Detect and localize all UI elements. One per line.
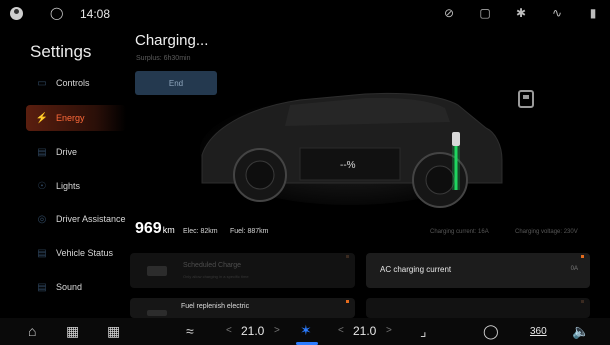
front-wheel xyxy=(233,148,287,202)
charging-title: Charging... xyxy=(135,32,209,49)
corner-marker xyxy=(346,255,349,258)
steering-icon: ▤ xyxy=(37,146,47,158)
charging-voltage-readout: Charging voltage: 230V xyxy=(515,229,578,235)
sidebar-item-label: Driver Assistance xyxy=(56,214,126,224)
corner-marker xyxy=(581,300,584,303)
sidebar-item-label: Sound xyxy=(56,282,83,292)
sidebar-item-energy[interactable]: ⚡ Energy xyxy=(26,105,126,131)
fuel-replenish-title: Fuel replenish electric xyxy=(181,303,250,310)
corner-marker xyxy=(346,300,349,303)
sidebar-item-label: Controls xyxy=(56,78,90,88)
charging-cable xyxy=(452,132,460,190)
scheduled-charge-title: Scheduled Charge xyxy=(183,262,241,269)
car-illustration xyxy=(200,92,503,208)
sidebar-item-driver-assistance[interactable]: ◎ Driver Assistance xyxy=(26,206,126,232)
sidebar-item-label: Vehicle Status xyxy=(56,248,114,258)
scheduled-charge-desc: Only allow charging in a specific time xyxy=(183,274,249,279)
fan-icon[interactable]: ✶ xyxy=(300,322,312,339)
assist-icon: ◎ xyxy=(37,213,47,225)
car-icon[interactable]: ▦ xyxy=(66,323,79,339)
user-icon[interactable] xyxy=(10,7,23,20)
camera-off-icon: ⊘ xyxy=(443,6,455,20)
charging-surplus: Surplus: 6h30min xyxy=(136,55,191,62)
corner-marker xyxy=(581,255,584,258)
driver-temp-down-icon[interactable]: < xyxy=(226,325,232,336)
chat-icon[interactable]: ◯ xyxy=(50,6,64,20)
sidebar-item-sound[interactable]: ▤ Sound xyxy=(26,274,126,300)
seat-heat-icon[interactable]: ≈ xyxy=(186,323,194,339)
charging-current-readout: Charging current: 16A xyxy=(430,229,489,235)
bolt-icon: ⚡ xyxy=(35,112,49,124)
steering-heat-icon[interactable]: ◯ xyxy=(483,323,499,339)
bluetooth-icon: ✱ xyxy=(515,6,527,20)
screen-off-icon: ▢ xyxy=(479,6,491,20)
driver-temp: 21.0 xyxy=(241,324,265,338)
fuel-replenish-card[interactable]: Fuel replenish electric xyxy=(130,298,355,318)
ac-charging-current-title: AC charging current xyxy=(380,265,452,274)
sidebar-title: Settings xyxy=(30,42,92,61)
view-360-button[interactable]: 360 xyxy=(530,326,547,337)
wifi-icon: ∿ xyxy=(551,6,563,20)
fuel-pump-icon[interactable] xyxy=(518,90,534,108)
status-icon: ▤ xyxy=(37,247,47,259)
light-icon: ☉ xyxy=(37,180,47,192)
seat-icon[interactable]: ⌟ xyxy=(420,323,427,339)
ac-charging-current-value: 0A xyxy=(570,266,578,272)
settings-card[interactable] xyxy=(366,298,590,318)
passenger-temp: 21.0 xyxy=(353,324,377,338)
range-value: 969 xyxy=(135,220,162,237)
sidebar-item-label: Lights xyxy=(56,181,81,191)
volume-icon[interactable]: 🔈 xyxy=(572,323,589,339)
sidebar-item-label: Drive xyxy=(56,147,78,157)
sidebar-item-vehicle-status[interactable]: ▤ Vehicle Status xyxy=(26,240,126,266)
passenger-temp-up-icon[interactable]: > xyxy=(386,325,392,336)
apps-icon[interactable]: ▦ xyxy=(107,323,120,339)
car-icon: ▭ xyxy=(37,77,47,89)
sidebar-item-drive[interactable]: ▤ Drive xyxy=(26,139,126,165)
sound-icon: ▤ xyxy=(37,281,47,293)
battery-percent: --% xyxy=(340,160,356,171)
signal-icon: ▮ xyxy=(589,6,597,20)
driver-temp-up-icon[interactable]: > xyxy=(274,325,280,336)
scheduled-charge-card[interactable]: Scheduled Charge Only allow charging in … xyxy=(130,253,355,288)
status-icons: ⊘ ▢ ✱ ∿ ▮ xyxy=(442,6,600,20)
fuel-replenish-toggle[interactable] xyxy=(147,310,167,316)
range-elec: Elec: 82km xyxy=(183,228,218,235)
sidebar-item-label: Energy xyxy=(56,113,85,123)
bottom-dock: ⌂ ▦ ▦ ≈ < 21.0 > ✶ < 21.0 > ⌟ ◯ 360 🔈 xyxy=(0,318,610,345)
status-bar: ◯ 14:08 ⊘ ▢ ✱ ∿ ▮ xyxy=(0,0,610,28)
range-total: 969km xyxy=(135,220,175,238)
passenger-temp-down-icon[interactable]: < xyxy=(338,325,344,336)
sidebar-item-controls[interactable]: ▭ Controls xyxy=(26,70,126,96)
home-icon[interactable]: ⌂ xyxy=(28,323,36,339)
sidebar-item-lights[interactable]: ☉ Lights xyxy=(26,173,126,199)
scheduled-charge-toggle[interactable] xyxy=(147,266,167,276)
range-fuel: Fuel: 887km xyxy=(230,228,269,235)
range-unit: km xyxy=(162,225,175,235)
ac-charging-current-card[interactable]: AC charging current 0A xyxy=(366,253,590,288)
clock: 14:08 xyxy=(80,7,111,21)
